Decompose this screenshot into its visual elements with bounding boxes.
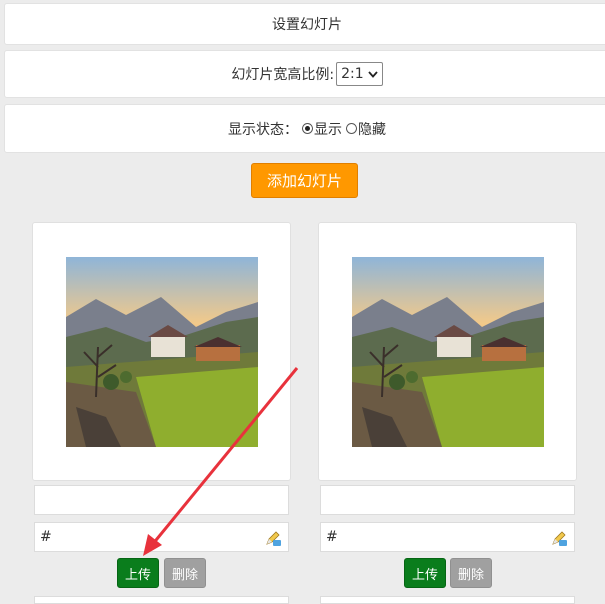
next-row-field: [34, 596, 289, 604]
slide-link-input[interactable]: #: [34, 522, 289, 552]
page-title: 设置幻灯片: [272, 17, 342, 33]
radio-show[interactable]: [302, 123, 313, 134]
edit-icon[interactable]: [264, 529, 282, 547]
upload-button[interactable]: 上传: [117, 558, 159, 588]
next-row-field: [320, 596, 575, 604]
header-panel: 设置幻灯片: [4, 3, 605, 45]
ratio-select[interactable]: 2:1: [336, 62, 383, 86]
chevron-down-icon: [367, 70, 378, 78]
ratio-row: 幻灯片宽高比例: 2:1: [4, 50, 605, 98]
radio-hide[interactable]: [346, 123, 357, 134]
slide-title-input[interactable]: [34, 485, 289, 515]
slide-title-input[interactable]: [320, 485, 575, 515]
visibility-label: 显示状态：: [228, 121, 298, 138]
delete-button[interactable]: 删除: [450, 558, 492, 588]
radio-hide-label[interactable]: 隐藏: [358, 119, 386, 139]
slide-image: [352, 257, 544, 447]
ratio-select-value: 2:1: [341, 66, 364, 82]
slide-link-input[interactable]: #: [320, 522, 575, 552]
ratio-label: 幻灯片宽高比例:: [231, 67, 335, 83]
add-slide-button[interactable]: 添加幻灯片: [251, 163, 358, 198]
delete-button[interactable]: 删除: [164, 558, 206, 588]
slide-link-value: #: [326, 529, 338, 545]
upload-button[interactable]: 上传: [404, 558, 446, 588]
visibility-row: 显示状态： 显示 隐藏: [4, 104, 605, 153]
edit-icon[interactable]: [550, 529, 568, 547]
radio-show-label[interactable]: 显示: [314, 119, 342, 139]
slide-link-value: #: [40, 529, 52, 545]
slide-image-card[interactable]: [32, 222, 291, 481]
slide-image-card[interactable]: [318, 222, 577, 481]
slide-image: [66, 257, 258, 447]
